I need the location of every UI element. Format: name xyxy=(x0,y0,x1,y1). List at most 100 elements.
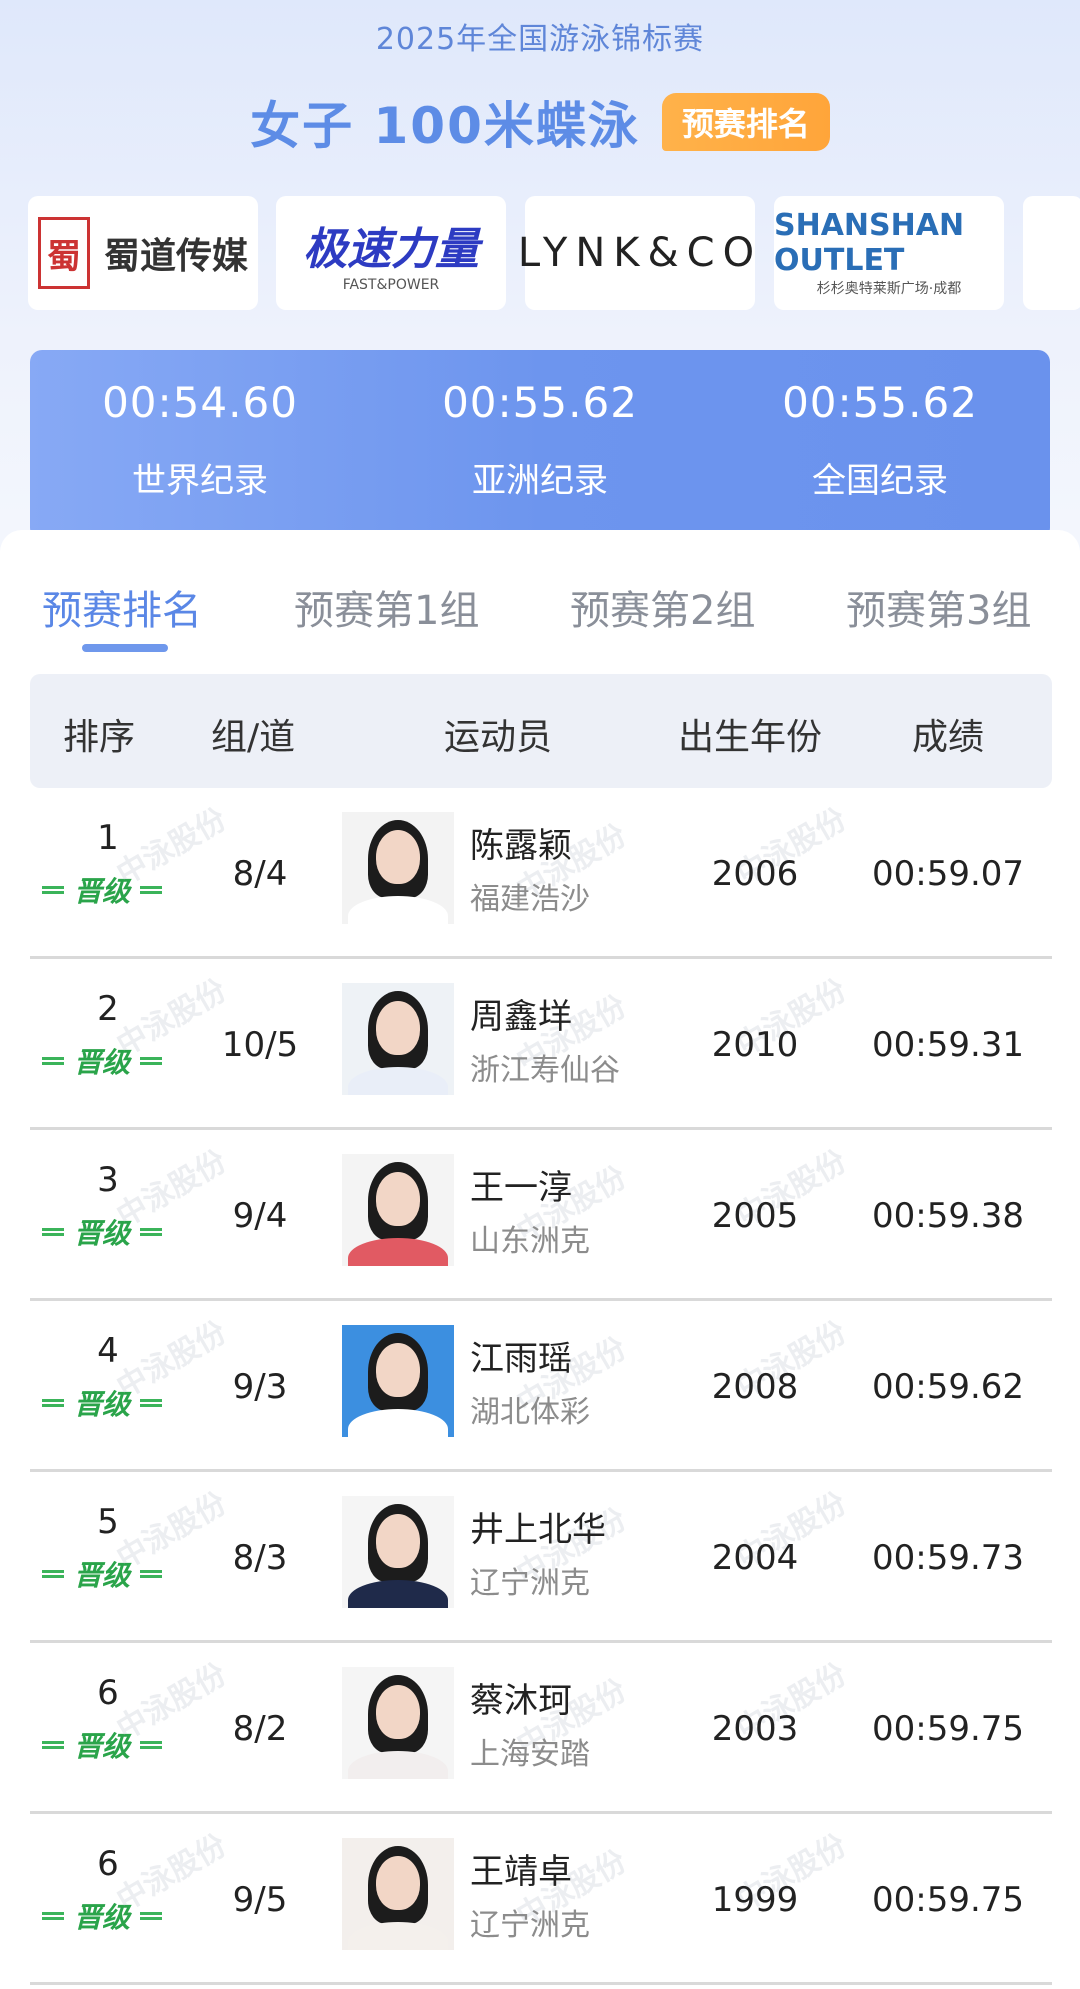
record-label: 世界纪录 xyxy=(132,461,268,501)
qualified-badge: 晋级 xyxy=(42,1554,162,1594)
birth-year: 2003 xyxy=(711,1709,799,1749)
birth-year: 1999 xyxy=(711,1880,799,1920)
photo-face xyxy=(376,830,420,884)
heat-lane: 9/5 xyxy=(232,1880,288,1920)
table-row[interactable]: 5 晋级 8/3 中泳股份 中泳股份 中泳股份 井上北华 辽宁洲克 2004 00:59.73 xyxy=(30,1472,1052,1643)
athlete-name[interactable]: 陈露颖 xyxy=(470,818,572,867)
race-title-row: 女子 100米蝶泳 预赛排名 xyxy=(0,86,1080,158)
sponsor-logo-lynkco[interactable]: LYNK&CO xyxy=(518,196,755,310)
birth-year: 2010 xyxy=(711,1025,799,1065)
qualified-label: 晋级 xyxy=(55,1041,148,1081)
qualified-label: 晋级 xyxy=(55,870,148,910)
qualified-label: 晋级 xyxy=(55,1554,148,1594)
result-time: 00:59.07 xyxy=(871,854,1025,894)
photo-face xyxy=(376,1001,420,1055)
wing-right-icon xyxy=(140,1912,162,1920)
wing-right-icon xyxy=(140,1570,162,1578)
result-time: 00:59.38 xyxy=(871,1196,1025,1236)
athlete-name[interactable]: 周鑫垟 xyxy=(470,989,572,1038)
table-header: 排序 组/道 运动员 出生年份 成绩 xyxy=(30,674,1052,788)
wing-right-icon xyxy=(140,1228,162,1236)
shudao-emblem-icon: 蜀 xyxy=(37,217,90,289)
sponsor-strip[interactable]: 蜀 蜀道传媒 极速力量 FAST&POWER LYNK&CO SHANSHAN … xyxy=(28,196,1080,312)
athlete-team: 辽宁洲克 xyxy=(470,1566,590,1601)
athlete-photo[interactable] xyxy=(342,1325,454,1437)
stage-badge: 预赛排名 xyxy=(661,93,830,151)
athlete-team: 浙江寿仙谷 xyxy=(470,1053,620,1088)
birth-year: 2006 xyxy=(711,854,799,894)
athlete-team: 湖北体彩 xyxy=(470,1395,590,1430)
sponsor-logo-fastpower[interactable]: 极速力量 FAST&POWER xyxy=(276,196,506,310)
sponsor-name: LYNK&CO xyxy=(517,230,763,276)
result-time: 00:59.62 xyxy=(871,1367,1025,1407)
athlete-photo[interactable] xyxy=(342,983,454,1095)
athlete-team: 福建浩沙 xyxy=(470,882,590,917)
table-row[interactable]: 2 晋级 10/5 中泳股份 中泳股份 中泳股份 周鑫垟 浙江寿仙谷 2010 00:59.31 xyxy=(30,959,1052,1130)
result-time: 00:59.31 xyxy=(871,1025,1025,1065)
record-label: 亚洲纪录 xyxy=(472,461,608,501)
athlete-photo[interactable] xyxy=(342,1667,454,1779)
tab-heat-1[interactable]: 预赛第1组 xyxy=(294,578,479,636)
record-asia: 00:55.62 亚洲纪录 xyxy=(370,378,710,502)
qualified-badge: 晋级 xyxy=(42,870,162,910)
sponsor-logo-shudao[interactable]: 蜀 蜀道传媒 xyxy=(28,196,258,310)
heat-lane: 10/5 xyxy=(221,1025,299,1065)
athlete-name[interactable]: 王靖卓 xyxy=(470,1844,572,1893)
sponsor-logo-shanshan[interactable]: SHANSHAN OUTLET 杉杉奥特莱斯广场·成都 xyxy=(774,196,1004,310)
qualified-label: 晋级 xyxy=(55,1212,148,1252)
record-time: 00:55.62 xyxy=(782,378,978,427)
photo-face xyxy=(376,1514,420,1568)
rank-number: 4 xyxy=(97,1331,119,1371)
qualified-label: 晋级 xyxy=(55,1383,148,1423)
athlete-team: 辽宁洲克 xyxy=(470,1908,590,1943)
qualified-badge: 晋级 xyxy=(42,1041,162,1081)
rank-number: 6 xyxy=(97,1673,119,1713)
stage-tabs: 预赛排名 预赛第1组 预赛第2组 预赛第3组 xyxy=(0,530,1080,652)
rank-number: 2 xyxy=(97,989,119,1029)
active-tab-indicator xyxy=(82,644,168,652)
result-time: 00:59.73 xyxy=(871,1538,1025,1578)
result-time: 00:59.75 xyxy=(871,1709,1025,1749)
results-card: 预赛排名 预赛第1组 预赛第2组 预赛第3组 排序 组/道 运动员 出生年份 成… xyxy=(0,530,1080,1989)
athlete-name[interactable]: 蔡沐珂 xyxy=(470,1673,572,1722)
table-row[interactable]: 6 晋级 8/2 中泳股份 中泳股份 中泳股份 蔡沐珂 上海安踏 2003 00:59.75 xyxy=(30,1643,1052,1814)
rank-number: 6 xyxy=(97,1844,119,1884)
sponsor-subtitle: FAST&POWER xyxy=(342,277,440,293)
tab-heat-2[interactable]: 预赛第2组 xyxy=(570,578,755,636)
sponsor-subtitle: 杉杉奥特莱斯广场·成都 xyxy=(816,281,962,297)
record-label: 全国纪录 xyxy=(812,461,948,501)
athlete-photo[interactable] xyxy=(342,812,454,924)
qualified-badge: 晋级 xyxy=(42,1383,162,1423)
birth-year: 2005 xyxy=(711,1196,799,1236)
athlete-photo[interactable] xyxy=(342,1496,454,1608)
photo-face xyxy=(376,1685,420,1739)
athlete-photo[interactable] xyxy=(342,1838,454,1950)
athlete-name[interactable]: 王一淳 xyxy=(470,1160,572,1209)
column-header-rank: 排序 xyxy=(63,717,136,758)
record-time: 00:54.60 xyxy=(102,378,298,427)
athlete-photo[interactable] xyxy=(342,1154,454,1266)
tab-heat-3[interactable]: 预赛第3组 xyxy=(846,578,1031,636)
qualified-label: 晋级 xyxy=(55,1725,148,1765)
wing-right-icon xyxy=(140,1741,162,1749)
table-row[interactable]: 1 晋级 8/4 中泳股份 中泳股份 中泳股份 陈露颖 福建浩沙 2006 00:59.07 xyxy=(30,788,1052,959)
heat-lane: 9/4 xyxy=(232,1196,288,1236)
athlete-name[interactable]: 江雨瑶 xyxy=(470,1331,572,1380)
table-row[interactable]: 6 晋级 9/5 中泳股份 中泳股份 中泳股份 王靖卓 辽宁洲克 1999 00:59.75 xyxy=(30,1814,1052,1985)
table-row[interactable]: 3 晋级 9/4 中泳股份 中泳股份 中泳股份 王一淳 山东洲克 2005 00:59.38 xyxy=(30,1130,1052,1301)
records-panel: 00:54.60 世界纪录 00:55.62 亚洲纪录 00:55.62 全国纪… xyxy=(30,350,1050,540)
column-header-lane: 组/道 xyxy=(211,717,296,758)
sponsor-name: 极速力量 xyxy=(303,224,479,275)
athlete-name[interactable]: 井上北华 xyxy=(470,1502,606,1551)
tab-heats-ranking[interactable]: 预赛排名 xyxy=(42,578,202,636)
sponsor-logo-partial[interactable] xyxy=(1023,196,1080,310)
table-row[interactable]: 4 晋级 9/3 中泳股份 中泳股份 中泳股份 江雨瑶 湖北体彩 2008 00:59.62 xyxy=(30,1301,1052,1472)
race-title: 女子 100米蝶泳 xyxy=(250,97,640,155)
wing-right-icon xyxy=(140,1399,162,1407)
heat-lane: 9/3 xyxy=(232,1367,288,1407)
sponsor-name: SHANSHAN OUTLET xyxy=(774,208,965,278)
birth-year: 2008 xyxy=(711,1367,799,1407)
record-world: 00:54.60 世界纪录 xyxy=(30,378,370,502)
rank-number: 1 xyxy=(97,818,119,858)
record-time: 00:55.62 xyxy=(442,378,638,427)
